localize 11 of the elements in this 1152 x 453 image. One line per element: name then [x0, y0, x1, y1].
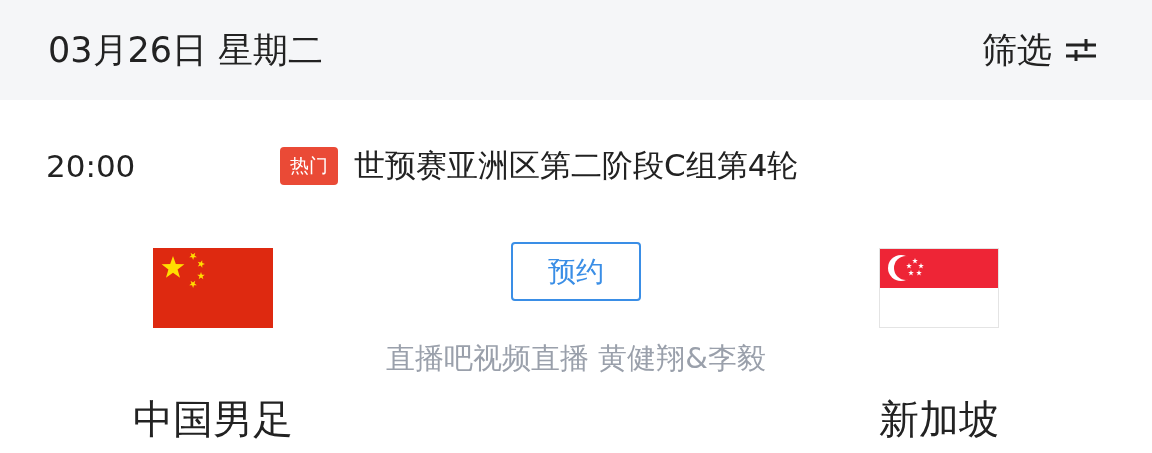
flag-icon [879, 248, 999, 328]
hot-badge: 热门 [280, 147, 338, 185]
date-label: 03月26日 星期二 [48, 28, 324, 72]
filter-button[interactable]: 筛选 [982, 26, 1096, 74]
broadcast-info: 直播吧视频直播 黄健翔&李毅 [386, 340, 766, 377]
competition-title: 世预赛亚洲区第二阶段C组第4轮 [354, 146, 799, 185]
filter-icon [1066, 39, 1096, 61]
team-name: 新加坡 [879, 395, 999, 444]
team-name: 中国男足 [133, 395, 293, 444]
flag-icon [153, 248, 273, 328]
match-time: 20:00 [46, 148, 137, 184]
